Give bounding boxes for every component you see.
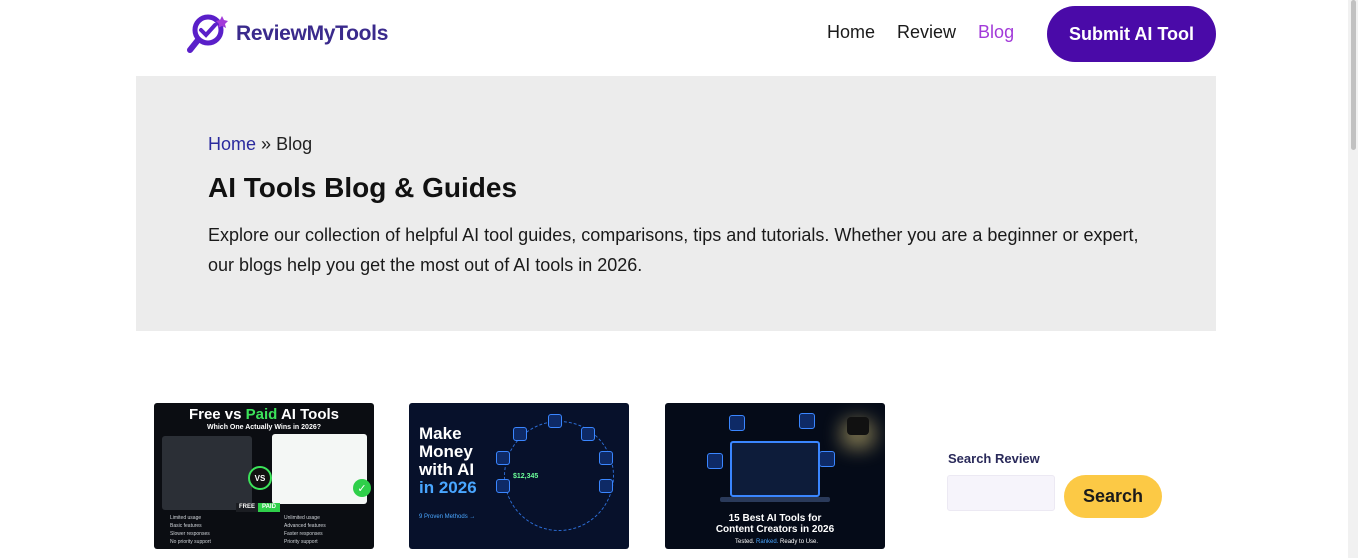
voice-icon xyxy=(819,451,835,467)
card-subtitle: Which One Actually Wins in 2026? xyxy=(206,424,322,431)
paid-feature-list: Unlimited usage Advanced features Faster r… xyxy=(284,515,326,545)
blog-card-content-creators[interactable]: 15 Best AI Tools for Content Creators in… xyxy=(665,403,885,549)
breadcrumb-home[interactable]: Home xyxy=(208,134,256,154)
search-button[interactable]: Search xyxy=(1064,475,1162,518)
design-icon xyxy=(707,453,723,469)
submit-ai-tool-button[interactable]: Submit AI Tool xyxy=(1047,6,1216,62)
logo-text: ReviewMyTools xyxy=(236,22,389,45)
chatgpt-icon xyxy=(548,414,562,428)
laptop-base xyxy=(720,497,830,502)
breadcrumb: Home » Blog xyxy=(208,134,312,155)
logo-icon xyxy=(187,14,228,53)
site-logo[interactable]: ReviewMyTools xyxy=(186,12,388,56)
nav-review[interactable]: Review xyxy=(897,22,956,43)
site-header: ReviewMyTools Home Review Blog Submit AI… xyxy=(0,0,1348,70)
card-title: 15 Best AI Tools for Content Creators in… xyxy=(715,513,835,535)
video-icon xyxy=(496,451,510,465)
briefcase-icon xyxy=(599,479,613,493)
mic-icon xyxy=(599,451,613,465)
card-title: Make Money with AI in 2026 xyxy=(419,424,477,497)
seo-icon xyxy=(496,479,510,493)
search-input[interactable] xyxy=(947,475,1055,511)
card-tagline: Tested. Ranked. Ready to Use. xyxy=(735,539,819,545)
card-link: 9 Proven Methods → xyxy=(419,514,476,520)
blog-card-make-money[interactable]: $12,345 Make Money with AI in 2026 9 Pro… xyxy=(409,403,629,549)
free-feature-list: Limited usage Basic features Slower respon… xyxy=(170,515,211,545)
search-label: Search Review xyxy=(948,451,1040,466)
breadcrumb-current: Blog xyxy=(276,134,313,154)
free-tag: FREE xyxy=(236,503,258,512)
nav-home[interactable]: Home xyxy=(827,22,875,43)
vs-badge: VS xyxy=(248,466,272,490)
page-title: AI Tools Blog & Guides xyxy=(208,172,518,203)
desk-lamp-icon xyxy=(847,417,869,435)
page-description: Explore our collection of helpful AI too… xyxy=(208,225,1139,275)
blog-card-free-vs-paid[interactable]: Free vs Paid AI Tools Which One Actually… xyxy=(154,403,374,549)
main-nav: Home Review Blog xyxy=(827,22,1014,43)
check-icon: ✓ xyxy=(353,479,371,497)
nav-blog[interactable]: Blog xyxy=(978,22,1014,43)
laptop-icon xyxy=(730,441,820,497)
document-icon xyxy=(513,427,527,441)
card-title: Free vs Paid AI Tools xyxy=(188,406,340,423)
paid-tag: PAID xyxy=(258,503,280,512)
breadcrumb-separator: » xyxy=(261,134,272,154)
earnings-figure: $12,345 xyxy=(513,473,539,480)
image-icon xyxy=(581,427,595,441)
writer-icon xyxy=(729,415,745,431)
free-tool-mockup xyxy=(162,436,252,510)
paid-tool-mockup xyxy=(272,434,367,504)
scrollbar-thumb[interactable] xyxy=(1351,0,1356,150)
video-icon xyxy=(799,413,815,429)
hero-section: Home » Blog AI Tools Blog & Guides Explo… xyxy=(136,76,1216,331)
